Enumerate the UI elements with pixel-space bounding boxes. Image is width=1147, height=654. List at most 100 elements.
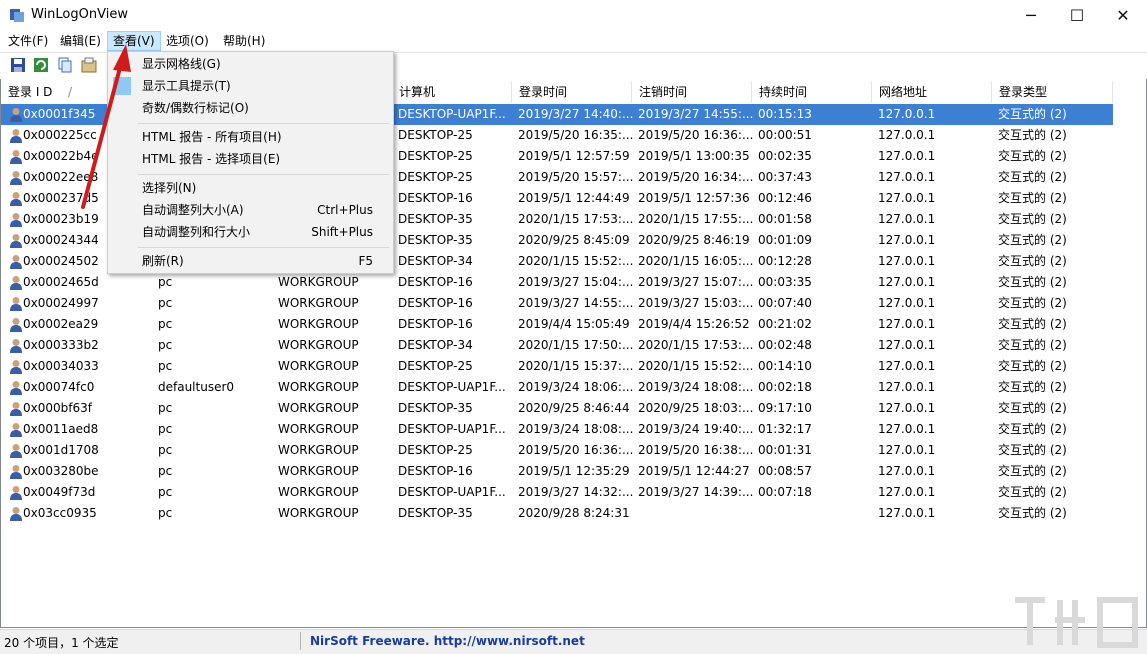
menu-item-auto-size-columns-rows[interactable]: 自动调整列和行大小 Shift+Plus xyxy=(110,221,391,243)
table-cell: 2019/5/1 12:57:36 xyxy=(638,191,750,205)
status-bar: 20 个项目，1 个选定 NirSoft Freeware. http://ww… xyxy=(0,629,1147,654)
table-row[interactable]: 0x000333b2 pc WORKGROUP DESKTOP-34 2020/1/15… xyxy=(1,335,1113,356)
menu-item-auto-size-columns[interactable]: 自动调整列大小(A) Ctrl+Plus xyxy=(110,199,391,221)
table-cell: 交互式的 (2) xyxy=(998,254,1067,268)
properties-icon[interactable] xyxy=(81,57,97,73)
table-cell: defaultuser0 xyxy=(158,380,235,394)
table-row[interactable]: 0x0002ea29 pc WORKGROUP DESKTOP-16 2019/4/4 … xyxy=(1,314,1113,335)
table-cell: 127.0.0.1 xyxy=(878,149,936,163)
column-network-address[interactable]: 网络地址 xyxy=(872,81,992,103)
maximize-button[interactable]: ☐ xyxy=(1054,0,1100,31)
column-logoff-time[interactable]: 注销时间 xyxy=(632,81,752,103)
refresh-icon[interactable] xyxy=(33,57,49,73)
menu-options[interactable]: 选项(O) xyxy=(161,32,214,50)
nirsoft-link[interactable]: NirSoft Freeware. http://www.nirsoft.net xyxy=(310,634,585,648)
table-cell: WORKGROUP xyxy=(278,338,359,352)
table-row[interactable]: 0x001d1708 pc WORKGROUP DESKTOP-25 2019/5/20… xyxy=(1,440,1113,461)
table-cell: 2020/9/28 8:24:31 xyxy=(518,506,630,520)
table-cell: 2020/9/25 8:45:09 xyxy=(518,233,630,247)
table-cell: 00:37:43 xyxy=(758,170,812,184)
table-row[interactable]: 0x000bf63f pc WORKGROUP DESKTOP-35 2020/9/25… xyxy=(1,398,1113,419)
table-cell: pc xyxy=(158,359,173,373)
table-cell: pc xyxy=(158,422,173,436)
column-logon-type[interactable]: 登录类型 xyxy=(992,81,1113,103)
table-cell: DESKTOP-35 xyxy=(398,212,473,226)
menu-item-show-tooltips[interactable]: 显示工具提示(T) xyxy=(110,75,391,97)
table-cell: 交互式的 (2) xyxy=(998,191,1067,205)
table-cell: 0x03cc0935 xyxy=(23,506,97,520)
table-cell: 00:01:09 xyxy=(758,233,812,247)
table-cell xyxy=(638,503,753,524)
table-cell: 交互式的 (2) xyxy=(998,359,1067,373)
table-cell: 127.0.0.1 xyxy=(878,107,936,121)
table-cell: 2019/5/20 16:35:... xyxy=(518,128,633,142)
table-row[interactable]: 0x0002465d pc WORKGROUP DESKTOP-16 2019/3/27… xyxy=(1,272,1113,293)
table-cell: 2019/3/27 15:04:... xyxy=(518,275,633,289)
window-title: WinLogOnView xyxy=(31,7,128,22)
title-bar: WinLogOnView ─ ☐ ✕ xyxy=(0,0,1147,31)
user-icon xyxy=(10,402,22,416)
table-cell: pc xyxy=(158,485,173,499)
user-icon xyxy=(10,360,22,374)
column-duration[interactable]: 持续时间 xyxy=(752,81,872,103)
menu-item-html-report-all[interactable]: HTML 报告 - 所有项目(H) xyxy=(110,126,391,148)
menu-item-show-gridlines[interactable]: 显示网格线(G) xyxy=(110,53,391,75)
table-cell: 2020/1/15 15:52:... xyxy=(638,359,753,373)
table-cell: WORKGROUP xyxy=(278,506,359,520)
table-cell: DESKTOP-UAP1F... xyxy=(398,380,506,394)
table-cell: 0x001d1708 xyxy=(23,443,99,457)
table-cell: 2019/4/4 15:05:49 xyxy=(518,317,630,331)
menu-file[interactable]: 文件(F) xyxy=(3,32,53,50)
column-logon-time[interactable]: 登录时间 xyxy=(512,81,632,103)
table-cell: 2019/3/27 15:03:... xyxy=(638,296,753,310)
table-cell: 2019/5/1 12:44:49 xyxy=(518,191,630,205)
menu-item-choose-columns[interactable]: 选择列(N) xyxy=(110,177,391,199)
table-cell: 00:00:51 xyxy=(758,128,812,142)
menu-item-refresh[interactable]: 刷新(R) F5 xyxy=(110,250,391,272)
table-cell: 交互式的 (2) xyxy=(998,149,1067,163)
table-cell: 127.0.0.1 xyxy=(878,359,936,373)
table-cell: 交互式的 (2) xyxy=(998,212,1067,226)
table-cell: DESKTOP-UAP1F... xyxy=(398,107,506,121)
menu-help[interactable]: 帮助(H) xyxy=(218,32,270,50)
minimize-button[interactable]: ─ xyxy=(1008,0,1054,31)
close-button[interactable]: ✕ xyxy=(1100,0,1146,31)
user-icon xyxy=(10,465,22,479)
user-icon xyxy=(10,318,22,332)
menu-edit[interactable]: 编辑(E) xyxy=(55,32,106,50)
menu-item-html-report-selected[interactable]: HTML 报告 - 选择项目(E) xyxy=(110,148,391,170)
table-cell: 2019/5/20 16:36:... xyxy=(638,128,753,142)
table-cell: DESKTOP-34 xyxy=(398,338,473,352)
table-row[interactable]: 0x03cc0935 pc WORKGROUP DESKTOP-35 2020/9/28… xyxy=(1,503,1113,524)
copy-icon[interactable] xyxy=(57,57,73,73)
table-cell: 127.0.0.1 xyxy=(878,254,936,268)
table-cell: 01:32:17 xyxy=(758,422,812,436)
save-icon[interactable] xyxy=(10,57,26,73)
table-row[interactable]: 0x003280be pc WORKGROUP DESKTOP-16 2019/5/1 … xyxy=(1,461,1113,482)
table-cell: pc xyxy=(158,296,173,310)
table-row[interactable]: 0x00024997 pc WORKGROUP DESKTOP-16 2019/3/27… xyxy=(1,293,1113,314)
table-cell: pc xyxy=(158,275,173,289)
table-row[interactable]: 0x0011aed8 pc WORKGROUP DESKTOP-UAP1F... 201… xyxy=(1,419,1113,440)
table-cell: 127.0.0.1 xyxy=(878,401,936,415)
table-cell: 交互式的 (2) xyxy=(998,170,1067,184)
table-cell: 2019/3/24 18:08:... xyxy=(638,380,753,394)
close-icon: ✕ xyxy=(1116,6,1130,25)
app-icon xyxy=(10,9,24,22)
menu-view[interactable]: 查看(V) xyxy=(107,31,161,51)
table-cell: 交互式的 (2) xyxy=(998,338,1067,352)
user-icon xyxy=(10,192,22,206)
table-cell: pc xyxy=(158,443,173,457)
table-row[interactable]: 0x00074fc0 defaultuser0 WORKGROUP DESKTOP-U… xyxy=(1,377,1113,398)
column-computer[interactable]: 计算机 xyxy=(392,81,512,103)
table-cell: WORKGROUP xyxy=(278,317,359,331)
menu-item-odd-even-rows[interactable]: 奇数/偶数行标记(O) xyxy=(110,97,391,119)
table-cell: DESKTOP-UAP1F... xyxy=(398,485,506,499)
table-row[interactable]: 0x0049f73d pc WORKGROUP DESKTOP-UAP1F... 201… xyxy=(1,482,1113,503)
table-cell: 2019/3/27 14:39:... xyxy=(638,485,753,499)
table-cell: 00:07:18 xyxy=(758,485,812,499)
check-icon xyxy=(113,77,131,95)
user-icon xyxy=(10,255,22,269)
table-row[interactable]: 0x00034033 pc WORKGROUP DESKTOP-25 2020/1/15… xyxy=(1,356,1113,377)
table-cell: 2019/5/20 16:38:... xyxy=(638,443,753,457)
